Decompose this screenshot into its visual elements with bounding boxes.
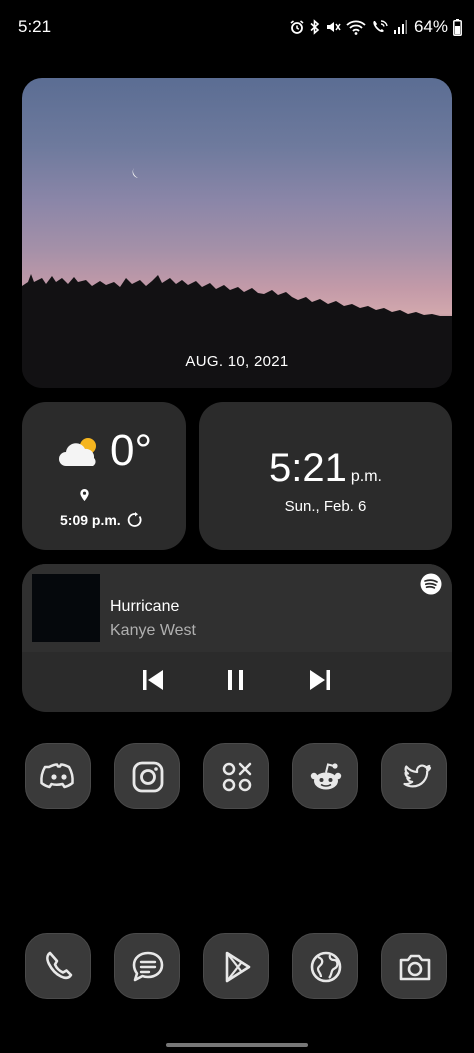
- partly-cloudy-icon: [59, 438, 96, 466]
- weather-updated-time: 5:09 p.m.: [60, 512, 121, 528]
- signal-icon: [393, 20, 407, 34]
- camera-icon: [399, 954, 431, 981]
- pause-icon[interactable]: [223, 667, 249, 693]
- discord-icon: [40, 763, 74, 789]
- mute-icon: [326, 22, 341, 32]
- next-icon[interactable]: [307, 667, 333, 693]
- discord-app[interactable]: [25, 743, 91, 809]
- status-icons: 64%: [289, 16, 462, 38]
- browser-app[interactable]: [292, 933, 358, 999]
- clock-date: Sun., Feb. 6: [284, 498, 367, 515]
- clock-time-value: 5:21: [269, 446, 347, 490]
- spotify-icon[interactable]: [420, 573, 442, 595]
- weather-widget[interactable]: 0° 5:09 p.m.: [22, 402, 186, 550]
- games-icon: [222, 762, 252, 792]
- instagram-icon: [132, 761, 164, 793]
- bluetooth-icon: [310, 19, 320, 35]
- wifi-calling-icon: [373, 20, 388, 32]
- weather-temperature: 0°: [110, 426, 153, 475]
- reddit-icon: [310, 763, 342, 790]
- sunset-photo: [22, 168, 452, 388]
- track-artist: Kanye West: [110, 622, 196, 639]
- media-widget[interactable]: Hurricane Kanye West: [22, 564, 452, 712]
- phone-icon: [46, 951, 73, 980]
- refresh-icon[interactable]: [127, 512, 143, 528]
- home-indicator[interactable]: [166, 1043, 308, 1047]
- messages-icon: [132, 951, 164, 982]
- weather-updated: 5:09 p.m.: [60, 512, 143, 528]
- wifi-icon: [346, 20, 366, 35]
- photo-date: AUG. 10, 2021: [185, 353, 289, 370]
- camera-app[interactable]: [381, 933, 447, 999]
- twitter-icon: [403, 764, 432, 788]
- status-bar: 5:21 64%: [0, 0, 474, 56]
- twitter-app[interactable]: [381, 743, 447, 809]
- battery-percent: 64%: [413, 17, 448, 36]
- location-pin-icon: [80, 489, 89, 501]
- play-store-icon: [225, 951, 251, 983]
- phone-app[interactable]: [25, 933, 91, 999]
- previous-icon[interactable]: [140, 667, 166, 693]
- clock-ampm: p.m.: [350, 468, 382, 485]
- instagram-app[interactable]: [114, 743, 180, 809]
- media-info: Hurricane Kanye West: [22, 564, 452, 652]
- clock-time: 5:21 p.m.: [199, 446, 452, 491]
- clock-widget[interactable]: 5:21 p.m. Sun., Feb. 6: [199, 402, 452, 550]
- alarm-icon: [290, 20, 304, 34]
- reddit-app[interactable]: [292, 743, 358, 809]
- album-art: [32, 574, 100, 642]
- messages-app[interactable]: [114, 933, 180, 999]
- battery-icon: [453, 18, 462, 36]
- status-time: 5:21: [18, 17, 52, 36]
- track-title: Hurricane: [110, 598, 180, 615]
- browser-icon: [310, 951, 342, 983]
- games-app[interactable]: [203, 743, 269, 809]
- play-store-app[interactable]: [203, 933, 269, 999]
- photo-widget[interactable]: AUG. 10, 2021: [22, 78, 452, 388]
